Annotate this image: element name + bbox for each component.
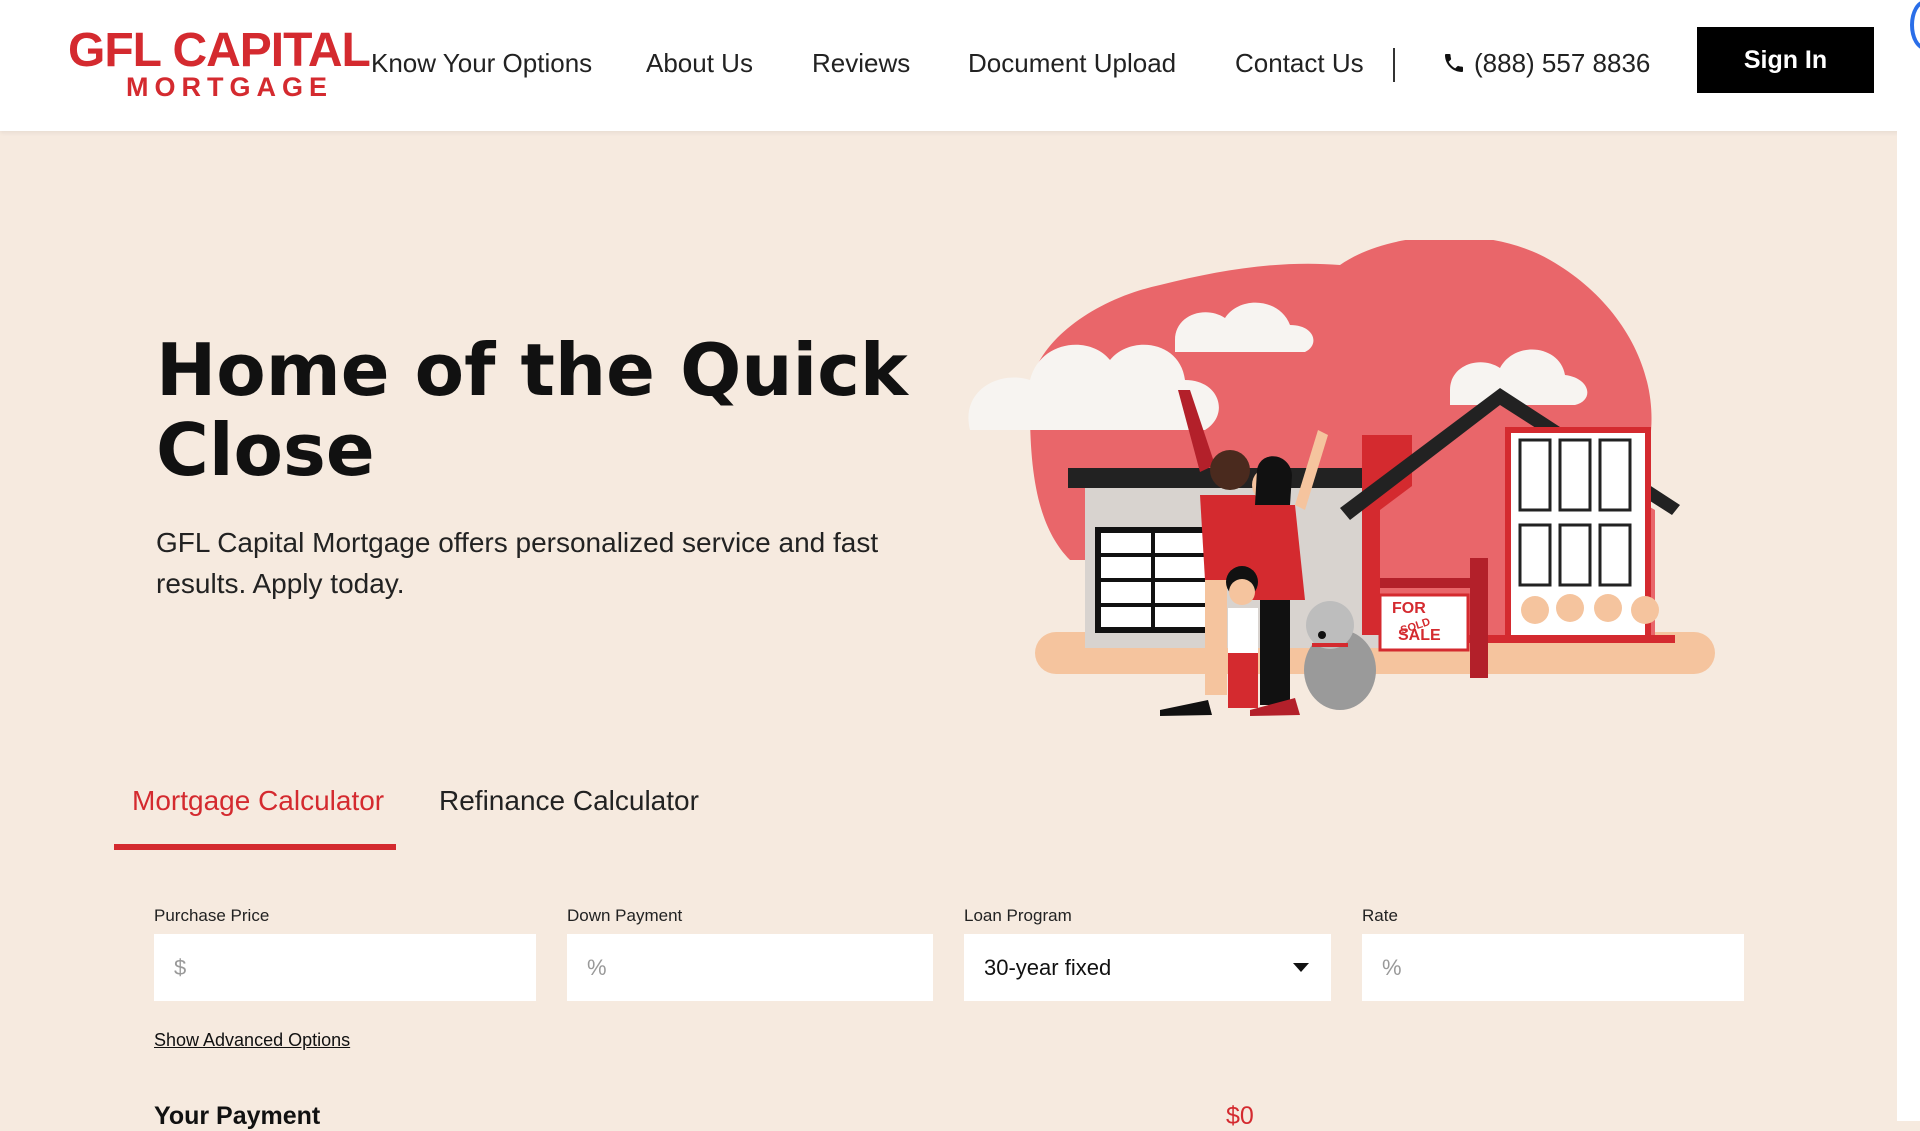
purchase-price-placeholder: $ <box>174 954 187 980</box>
purchase-price-input[interactable]: $ <box>154 934 536 1001</box>
phone-number: (888) 557 8836 <box>1474 48 1651 78</box>
logo-line-1: GFL CAPITAL <box>68 24 371 77</box>
rate-label: Rate <box>1362 906 1398 925</box>
tab-refinance-calculator[interactable]: Refinance Calculator <box>421 780 717 850</box>
nav-reviews[interactable]: Reviews <box>812 48 910 79</box>
phone-icon <box>1442 48 1474 78</box>
loan-program-label: Loan Program <box>964 906 1072 925</box>
scrollbar-track[interactable] <box>1897 131 1920 1121</box>
hero-title: Home of the Quick Close <box>156 328 908 492</box>
tab-label: Refinance Calculator <box>439 785 699 816</box>
loan-program-value: 30-year fixed <box>984 954 1112 980</box>
down-payment-label: Down Payment <box>567 906 683 925</box>
nav-about-us[interactable]: About Us <box>646 48 753 79</box>
rate-input[interactable]: % <box>1362 934 1744 1001</box>
tab-label: Mortgage Calculator <box>132 785 385 816</box>
nav-divider <box>1393 48 1395 82</box>
sign-in-button[interactable]: Sign In <box>1697 27 1874 93</box>
nav-document-upload[interactable]: Document Upload <box>968 48 1176 79</box>
brand-logo[interactable]: GFL CAPITAL MORTGAGE <box>68 24 371 106</box>
your-payment-value: $0 <box>1226 1102 1254 1130</box>
nav-know-your-options[interactable]: Know Your Options <box>371 48 592 79</box>
rate-placeholder: % <box>1382 954 1402 980</box>
your-payment-label: Your Payment <box>154 1102 321 1130</box>
logo-line-2: MORTGAGE <box>126 72 333 102</box>
down-payment-input[interactable]: % <box>567 934 933 1001</box>
sign-text-for: FOR <box>1392 600 1426 617</box>
site-header: GFL CAPITAL MORTGAGE Know Your Options A… <box>0 0 1920 131</box>
hero-subtitle: GFL Capital Mortgage offers personalized… <box>156 527 879 599</box>
tab-mortgage-calculator[interactable]: Mortgage Calculator <box>114 780 402 850</box>
chevron-down-icon <box>1293 963 1309 972</box>
loan-program-select[interactable]: 30-year fixed <box>964 934 1331 1001</box>
nav-contact-us[interactable]: Contact Us <box>1235 48 1364 79</box>
show-advanced-options-link[interactable]: Show Advanced Options <box>154 1030 350 1051</box>
family-house-illustration: FOR SALE SOLD <box>968 240 1715 716</box>
down-payment-placeholder: % <box>587 954 607 980</box>
purchase-price-label: Purchase Price <box>154 906 270 925</box>
phone-link[interactable]: (888) 557 8836 <box>1442 48 1650 79</box>
active-tab-indicator <box>114 844 396 850</box>
